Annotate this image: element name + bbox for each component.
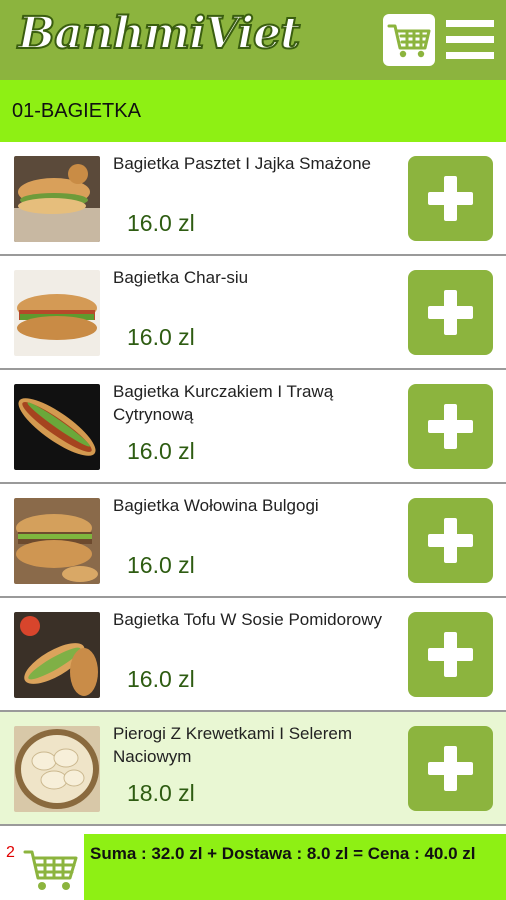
product-name: Bagietka Char-siu [113, 268, 249, 287]
list-item[interactable]: Bagietka Pasztet I Jajka Smażone 16.0 zl [0, 142, 506, 256]
cart-count-badge: 2 [6, 844, 15, 861]
product-name: Bagietka Pasztet I Jajka Smażone [113, 154, 371, 173]
app-logo: BanhmiViet [17, 7, 301, 60]
product-price: 18.0 zl [127, 780, 195, 806]
list-item[interactable]: Pierogi Z Krewetkami I Selerem Naciowym … [0, 712, 506, 826]
product-price: 16.0 zl [127, 210, 195, 236]
list-item[interactable]: Bagietka Kurczakiem I Trawą Cytrynową 16… [0, 370, 506, 484]
product-name: Bagietka Kurczakiem I Trawą Cytrynową [113, 382, 334, 424]
shopping-cart-icon [387, 24, 431, 58]
add-to-cart-button[interactable] [408, 612, 493, 697]
list-item[interactable]: Bagietka Char-siu 16.0 zl [0, 256, 506, 370]
product-price: 16.0 zl [127, 438, 195, 464]
order-total-summary: Suma : 32.0 zl + Dostawa : 8.0 zl = Cena… [84, 834, 506, 900]
product-image [14, 384, 100, 470]
shopping-cart-icon[interactable] [22, 846, 82, 894]
product-price: 16.0 zl [127, 666, 195, 692]
product-price: 16.0 zl [127, 552, 195, 578]
category-header[interactable]: 01-BAGIETKA [0, 80, 506, 142]
add-to-cart-button[interactable] [408, 498, 493, 583]
product-image [14, 270, 100, 356]
menu-button[interactable] [446, 18, 494, 62]
add-to-cart-button[interactable] [408, 156, 493, 241]
product-image [14, 726, 100, 812]
cart-button[interactable] [383, 14, 435, 66]
product-name: Bagietka Tofu W Sosie Pomidorowy [113, 610, 382, 629]
add-to-cart-button[interactable] [408, 270, 493, 355]
add-to-cart-button[interactable] [408, 726, 493, 811]
product-image [14, 498, 100, 584]
list-item[interactable]: Bagietka Wołowina Bulgogi 16.0 zl [0, 484, 506, 598]
category-label: 01-BAGIETKA [12, 100, 141, 122]
add-to-cart-button[interactable] [408, 384, 493, 469]
hamburger-menu-icon [446, 20, 494, 27]
product-price: 16.0 zl [127, 324, 195, 350]
product-list: Bagietka Pasztet I Jajka Smażone 16.0 zl… [0, 142, 506, 826]
product-image [14, 612, 100, 698]
list-item[interactable]: Bagietka Tofu W Sosie Pomidorowy 16.0 zl [0, 598, 506, 712]
product-name: Pierogi Z Krewetkami I Selerem Naciowym [113, 724, 353, 766]
cart-summary-bar[interactable]: 2 Suma : 32.0 zl + Dostawa : 8.0 zl = Ce… [0, 834, 506, 900]
app-header: BanhmiViet [0, 0, 506, 80]
product-name: Bagietka Wołowina Bulgogi [113, 496, 319, 515]
product-image [14, 156, 100, 242]
